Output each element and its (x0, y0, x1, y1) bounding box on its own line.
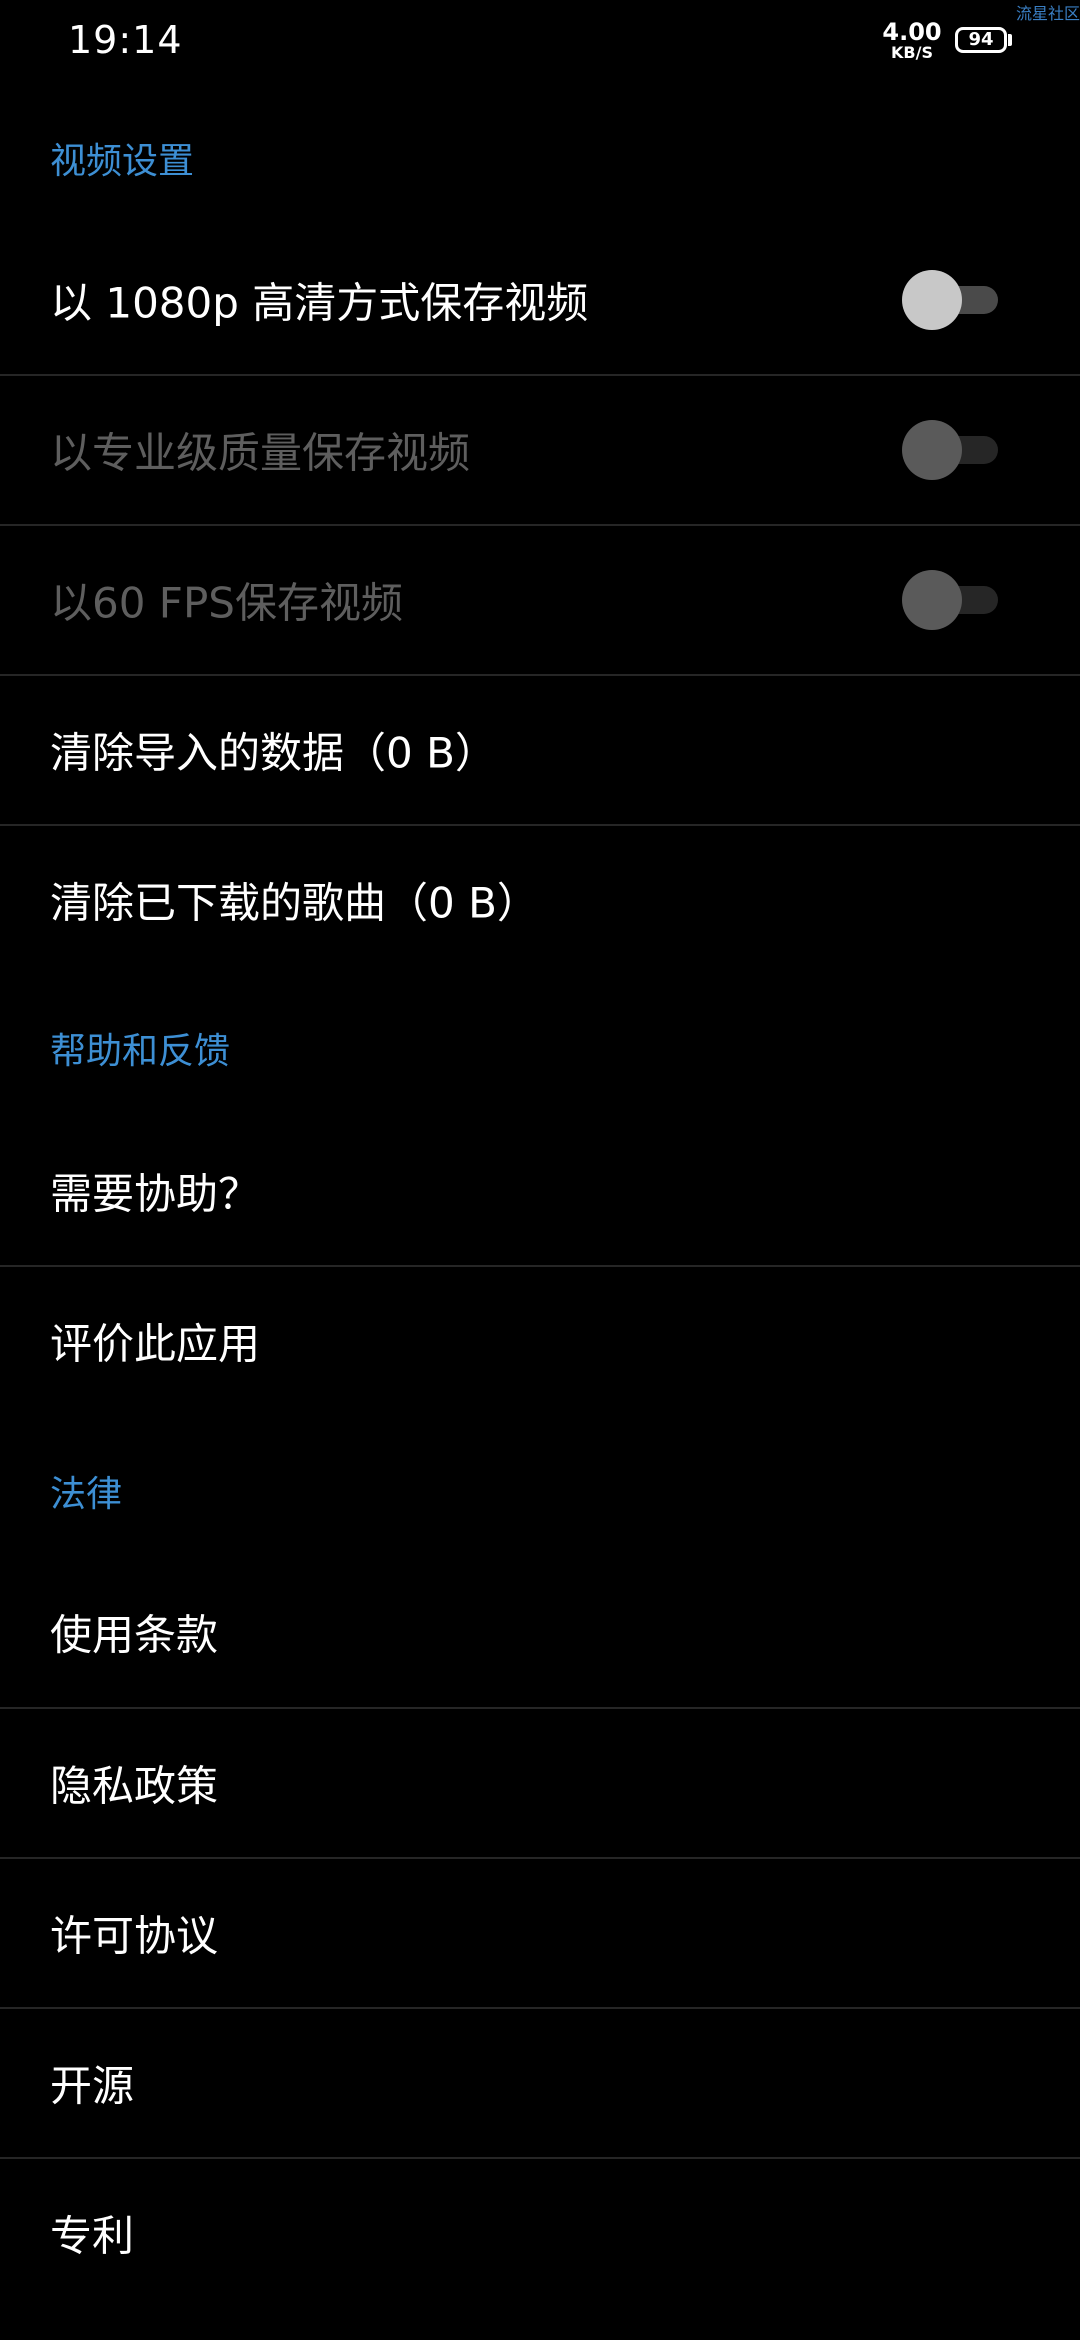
setting-label: 以专业级质量保存视频 (50, 428, 471, 477)
setting-label: 隐私政策 (50, 1761, 219, 1810)
setting-label: 清除已下载的歌曲（0 B） (50, 878, 539, 927)
setting-label: 以60 FPS保存视频 (50, 578, 403, 627)
setting-label: 许可协议 (50, 1911, 219, 1960)
toggle-save-1080p[interactable] (902, 269, 998, 330)
battery-icon: 94 (955, 27, 1007, 53)
setting-label: 需要协助？ (50, 1169, 261, 1218)
network-speed-value: 4.00 (882, 18, 942, 46)
terms-of-use-item[interactable]: 使用条款 (0, 1557, 1080, 1706)
status-time: 19:14 (68, 18, 183, 62)
setting-label: 开源 (50, 2061, 135, 2110)
toggle-thumb (902, 269, 962, 330)
section-header-legal: 法律 (50, 1474, 123, 1515)
network-speed-indicator: 4.00 KB/S (880, 20, 944, 61)
battery-level: 94 (968, 29, 994, 50)
setting-save-1080p[interactable]: 以 1080p 高清方式保存视频 (0, 225, 1080, 374)
patents-item[interactable]: 专利 (0, 2158, 1080, 2307)
setting-label: 使用条款 (50, 1610, 219, 1659)
watermark: 流星社区 (1015, 4, 1080, 23)
privacy-policy-item[interactable]: 隐私政策 (0, 1708, 1080, 1857)
network-speed-unit: KB/S (891, 43, 933, 62)
setting-label: 专利 (50, 2211, 135, 2260)
section-header-help: 帮助和反馈 (50, 1031, 231, 1072)
toggle-save-pro-quality (902, 419, 998, 480)
setting-save-60fps: 以60 FPS保存视频 (0, 525, 1080, 674)
open-source-item[interactable]: 开源 (0, 2008, 1080, 2157)
setting-label: 清除导入的数据（0 B） (50, 728, 497, 777)
section-header-video: 视频设置 (50, 141, 195, 182)
rate-app-item[interactable]: 评价此应用 (0, 1266, 1080, 1415)
toggle-thumb (902, 569, 962, 630)
need-help-item[interactable]: 需要协助？ (0, 1116, 1080, 1265)
setting-label: 以 1080p 高清方式保存视频 (50, 278, 589, 327)
setting-save-pro-quality: 以专业级质量保存视频 (0, 375, 1080, 524)
toggle-thumb (902, 419, 962, 480)
license-agreement-item[interactable]: 许可协议 (0, 1858, 1080, 2007)
status-bar: 19:14 4.00 KB/S 94 流星社区 (0, 0, 1080, 80)
clear-downloaded-songs-item[interactable]: 清除已下载的歌曲（0 B） (0, 825, 1080, 974)
clear-imported-data-item[interactable]: 清除导入的数据（0 B） (0, 675, 1080, 824)
toggle-save-60fps (902, 569, 998, 630)
setting-label: 评价此应用 (50, 1319, 261, 1368)
battery-tip-icon (1008, 34, 1012, 46)
